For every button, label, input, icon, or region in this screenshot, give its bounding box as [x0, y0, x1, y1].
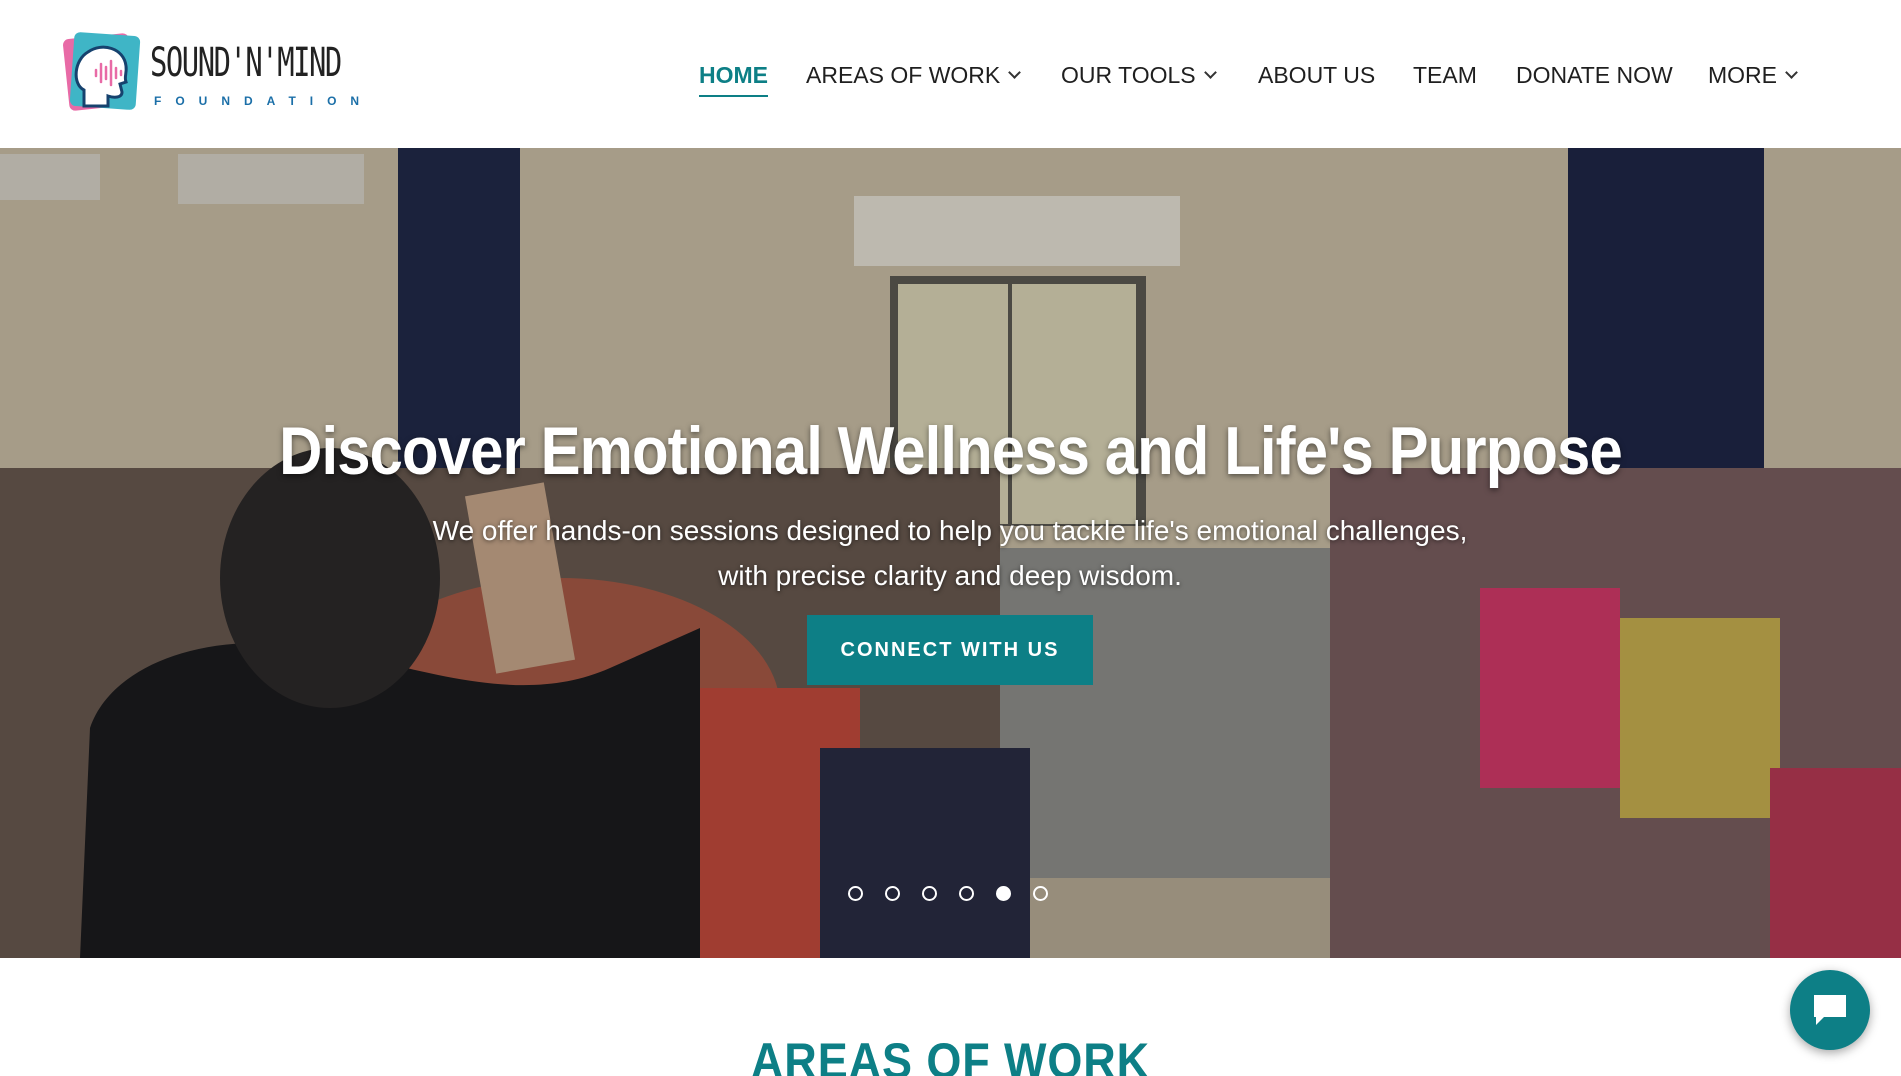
slide-dot[interactable]	[922, 886, 937, 901]
hero-slideshow: Discover Emotional Wellness and Life's P…	[0, 148, 1901, 958]
hero-subtitle: We offer hands-on sessions designed to h…	[350, 508, 1550, 598]
site-logo[interactable]: SOUND'N'MIND FOUNDATION	[62, 30, 362, 118]
chevron-down-icon	[1785, 66, 1798, 79]
nav-more[interactable]: MORE	[1708, 62, 1798, 89]
nav-donate-now-label: DONATE NOW	[1516, 62, 1673, 88]
slide-dot[interactable]	[848, 886, 863, 901]
slide-dot[interactable]	[996, 886, 1011, 901]
nav-more-label: MORE	[1708, 62, 1777, 88]
connect-with-us-button[interactable]: CONNECT WITH US	[807, 615, 1093, 685]
logo-subtitle: FOUNDATION	[154, 94, 374, 108]
nav-our-tools-label: OUR TOOLS	[1061, 62, 1196, 88]
hero-title: Discover Emotional Wellness and Life's P…	[279, 413, 1623, 489]
chat-button[interactable]	[1790, 970, 1870, 1050]
slide-dot[interactable]	[1033, 886, 1048, 901]
areas-of-work-heading: AREAS OF WORK	[750, 1033, 1151, 1076]
slideshow-dots	[848, 886, 1048, 901]
chat-bubble-icon	[1814, 995, 1846, 1025]
nav-about-us[interactable]: ABOUT US	[1258, 62, 1375, 89]
nav-home[interactable]: HOME	[699, 62, 768, 97]
nav-home-label: HOME	[699, 62, 768, 88]
logo-wordmark: SOUND'N'MIND	[150, 40, 342, 86]
site-header: SOUND'N'MIND FOUNDATION HOME AREAS OF WO…	[0, 0, 1901, 148]
nav-donate-now[interactable]: DONATE NOW	[1516, 62, 1673, 89]
nav-areas-of-work[interactable]: AREAS OF WORK	[806, 62, 1022, 89]
hero-subtitle-line-1: We offer hands-on sessions designed to h…	[432, 515, 1468, 546]
nav-our-tools[interactable]: OUR TOOLS	[1061, 62, 1217, 89]
nav-team-label: TEAM	[1413, 62, 1477, 88]
slide-dot[interactable]	[959, 886, 974, 901]
nav-about-us-label: ABOUT US	[1258, 62, 1376, 88]
nav-team[interactable]: TEAM	[1413, 62, 1477, 89]
nav-areas-of-work-label: AREAS OF WORK	[806, 62, 1001, 88]
chevron-down-icon	[1008, 66, 1022, 79]
hero-subtitle-line-2: with precise clarity and deep wisdom.	[718, 560, 1182, 591]
slide-dot[interactable]	[885, 886, 900, 901]
chevron-down-icon	[1203, 66, 1217, 79]
head-soundwave-logo-icon	[63, 32, 141, 111]
